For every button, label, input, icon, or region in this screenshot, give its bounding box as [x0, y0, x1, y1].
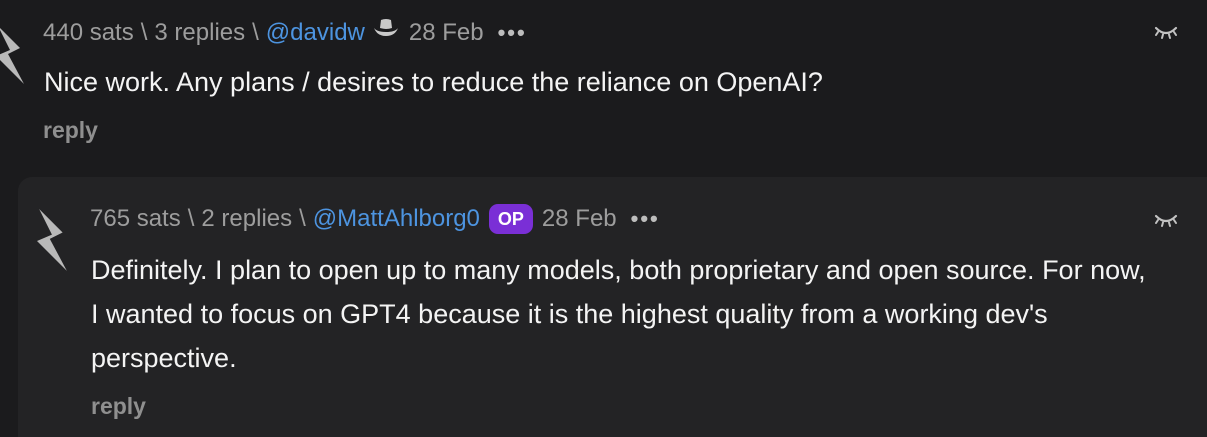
comment-meta: 440 sats \ 3 replies \ @davidw 28 Feb ••… [43, 16, 527, 50]
meta-separator: \ [252, 19, 259, 46]
op-badge: OP [488, 204, 533, 234]
collapse-eye-icon[interactable] [1154, 24, 1178, 45]
more-options-icon[interactable]: ••• [631, 206, 660, 232]
sats-count[interactable]: 440 sats [43, 19, 134, 47]
comment-text: Definitely. I plan to open up to many mo… [91, 255, 1146, 373]
comment-meta: 765 sats \ 2 replies \ @MattAhlborg0 OP … [90, 202, 660, 236]
comment-date[interactable]: 28 Feb [409, 19, 484, 47]
replies-count[interactable]: 3 replies [154, 19, 245, 47]
meta-separator: \ [299, 205, 306, 232]
comment: 440 sats \ 3 replies \ @davidw 28 Feb ••… [0, 0, 1207, 170]
collapse-eye-icon[interactable] [1154, 212, 1178, 233]
reply-button[interactable]: reply [43, 117, 98, 144]
zap-bolt-icon[interactable] [34, 209, 72, 273]
comment-date[interactable]: 28 Feb [542, 205, 617, 233]
meta-separator: \ [140, 19, 148, 46]
comment-text: Nice work. Any plans / desires to reduce… [44, 67, 823, 97]
zap-bolt-icon[interactable] [0, 26, 28, 86]
username-link[interactable]: @MattAhlborg0 [313, 205, 480, 233]
username-link[interactable]: @davidw [266, 19, 365, 47]
cowboy-hat-icon [373, 17, 399, 50]
reply-button[interactable]: reply [91, 393, 146, 420]
meta-separator: \ [187, 205, 195, 232]
replies-count[interactable]: 2 replies [201, 205, 292, 233]
nested-comment: 765 sats \ 2 replies \ @MattAhlborg0 OP … [18, 177, 1207, 437]
sats-count[interactable]: 765 sats [90, 205, 181, 233]
more-options-icon[interactable]: ••• [498, 20, 527, 46]
